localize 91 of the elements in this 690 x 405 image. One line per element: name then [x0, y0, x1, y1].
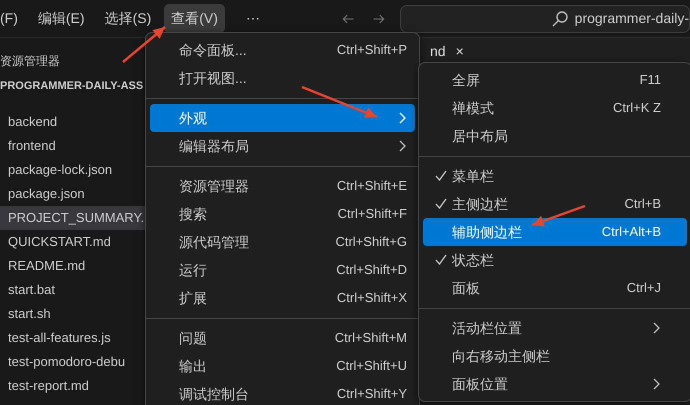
menu-label: 面板位置 — [452, 374, 509, 394]
shortcut-text: Ctrl+J — [626, 279, 661, 298]
menu-item[interactable]: 状态栏 — [423, 246, 687, 274]
menu-item[interactable]: 编辑(E) — [30, 4, 92, 33]
menu-label: 命令面板... — [179, 40, 248, 60]
menu-item[interactable]: 面板位置 — [423, 370, 687, 398]
shortcut-text: Ctrl+Shift+U — [336, 357, 407, 376]
menu-label: 源代码管理 — [179, 232, 250, 252]
file-item[interactable]: start.bat — [0, 278, 145, 302]
shortcut-text: Ctrl+Shift+Y — [336, 385, 407, 404]
shortcut-text: Ctrl+Shift+M — [334, 329, 407, 348]
file-item[interactable]: README.md — [0, 254, 145, 278]
menu-item[interactable]: 命令面板... Ctrl+Shift+P — [150, 36, 415, 64]
file-item[interactable]: test-pomodoro-debu — [0, 350, 145, 374]
menu-item[interactable]: 资源管理器 Ctrl+Shift+E — [150, 172, 415, 200]
menu-item[interactable]: 菜单栏 — [423, 162, 687, 190]
file-item[interactable]: test-report.md — [0, 374, 145, 398]
menu-label: 禅模式 — [452, 98, 495, 118]
menu-label: 运行 — [179, 260, 208, 280]
menu-label: 居中布局 — [452, 126, 509, 146]
menu-item[interactable]: 辅助侧边栏 Ctrl+Alt+B — [423, 218, 687, 246]
menu-label: 外观 — [179, 108, 208, 128]
menu-label: 菜单栏 — [452, 166, 495, 186]
close-icon[interactable]: × — [456, 42, 464, 60]
menu-item[interactable]: 编辑器布局 — [150, 132, 415, 160]
menu-item[interactable]: 选择(S) — [98, 4, 158, 33]
menu-item[interactable]: 源代码管理 Ctrl+Shift+G — [150, 228, 415, 256]
check-icon — [435, 254, 447, 265]
shortcut-text: Ctrl+Shift+D — [336, 261, 407, 280]
shortcut-text: Ctrl+Shift+E — [336, 177, 407, 196]
menu-item[interactable]: 输出 Ctrl+Shift+U — [150, 352, 415, 380]
menu-item[interactable]: 打开视图... — [150, 64, 415, 92]
shortcut-text: Ctrl+Shift+X — [336, 289, 407, 308]
chevron-right-icon — [397, 140, 407, 152]
file-item[interactable]: frontend — [0, 134, 145, 158]
folder-header[interactable]: PROGRAMMER-DAILY-ASS — [0, 78, 145, 110]
menu-item[interactable]: 外观 — [150, 104, 415, 132]
menu-item[interactable]: 问题 Ctrl+Shift+M — [150, 324, 415, 352]
chevron-right-icon — [397, 112, 407, 124]
chevron-right-icon — [651, 378, 661, 390]
menu-label: 编辑器布局 — [179, 136, 250, 156]
menu-label: 问题 — [179, 328, 208, 348]
menu-item[interactable]: 运行 Ctrl+Shift+D — [150, 256, 415, 284]
menu-label: 资源管理器 — [179, 176, 250, 196]
menu-item[interactable]: 查看(V) — [164, 4, 225, 33]
menu-label: 扩展 — [179, 288, 208, 308]
annotation-arrow — [532, 204, 586, 226]
menu-item[interactable]: 居中布局 — [423, 122, 687, 150]
shortcut-text: Ctrl+B — [624, 195, 661, 214]
file-item[interactable]: QUICKSTART.md — [0, 230, 145, 254]
menu-label: 辅助侧边栏 — [452, 222, 523, 242]
annotation-arrow — [122, 26, 166, 63]
menu-label: 面板 — [452, 278, 481, 298]
search-icon — [550, 10, 569, 28]
menu-item[interactable]: 扩展 Ctrl+Shift+X — [150, 284, 415, 312]
file-item[interactable]: start.sh — [0, 302, 145, 326]
menu-item[interactable]: 向右移动主侧栏 — [423, 342, 687, 370]
shortcut-text: Ctrl+Shift+G — [335, 233, 407, 252]
check-icon — [435, 198, 447, 209]
shortcut-text: Ctrl+Shift+P — [336, 41, 407, 60]
menu-label: 搜索 — [179, 204, 208, 224]
shortcut-text: F11 — [640, 71, 661, 90]
menu-label: 状态栏 — [452, 250, 495, 270]
menu-item[interactable]: 调试控制台 Ctrl+Shift+Y — [150, 380, 415, 405]
menu-label: 打开视图... — [179, 68, 248, 88]
menu-label: 活动栏位置 — [452, 318, 523, 338]
file-item[interactable]: package-lock.json — [0, 158, 145, 182]
file-item[interactable]: backend — [0, 110, 145, 134]
menu-item[interactable]: 搜索 Ctrl+Shift+F — [150, 200, 415, 228]
menu-item[interactable]: 主侧边栏 Ctrl+B — [423, 190, 687, 218]
menu-label: 输出 — [179, 356, 208, 376]
file-item[interactable]: PROJECT_SUMMARY. — [0, 206, 145, 230]
file-item[interactable]: package.json — [0, 182, 145, 206]
shortcut-text: Ctrl+K Z — [612, 99, 661, 118]
shortcut-text: Ctrl+Shift+F — [338, 205, 407, 224]
panel-title: 资源管理器 — [0, 53, 61, 70]
menu-label: 向右移动主侧栏 — [452, 346, 551, 366]
more-button[interactable]: ⋯ — [238, 4, 267, 33]
menu-item[interactable]: 面板 Ctrl+J — [423, 274, 687, 302]
check-icon — [435, 170, 447, 181]
menu-label: 调试控制台 — [179, 384, 250, 404]
search-field[interactable]: programmer-daily- — [400, 4, 690, 32]
file-item[interactable]: test-all-features.js — [0, 326, 145, 350]
shortcut-text: Ctrl+Alt+B — [602, 223, 661, 242]
menu-label: 全屏 — [452, 70, 481, 90]
menu-item[interactable]: (F) — [0, 4, 25, 33]
menu-item[interactable]: 禅模式 Ctrl+K Z — [423, 94, 687, 122]
chevron-right-icon — [651, 322, 661, 334]
menu-item[interactable]: 全屏 F11 — [423, 66, 687, 94]
menu-item[interactable]: 活动栏位置 — [423, 314, 687, 342]
menu-label: 主侧边栏 — [452, 194, 509, 214]
